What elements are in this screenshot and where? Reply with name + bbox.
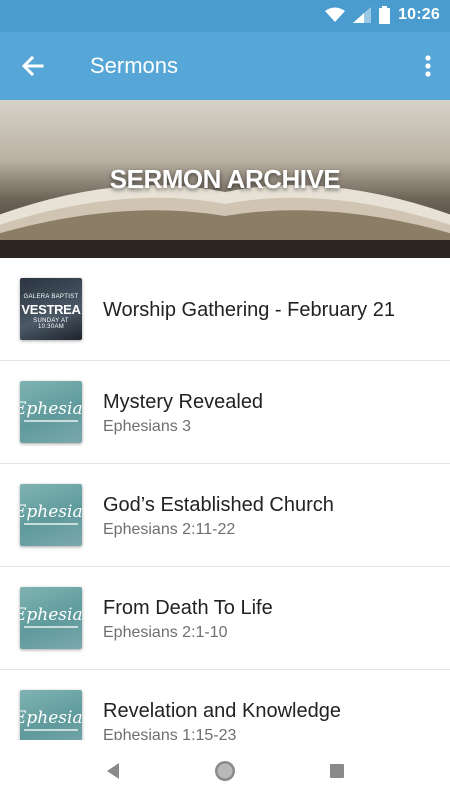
sermon-archive-banner: SERMON ARCHIVE	[0, 100, 450, 258]
battery-icon	[379, 6, 391, 24]
home-circle-icon	[215, 761, 235, 781]
more-vert-icon	[425, 55, 431, 77]
more-options-button[interactable]	[420, 51, 436, 81]
status-time: 10:26	[398, 6, 440, 23]
arrow-left-icon	[21, 55, 44, 77]
system-nav-bar	[0, 740, 450, 800]
app-bar: Sermons	[0, 32, 450, 100]
thumb-label: Ephesians	[20, 502, 82, 522]
list-item[interactable]: Ephesians God’s Established Church Ephes…	[0, 464, 450, 567]
sermon-title: Revelation and Knowledge	[103, 700, 341, 722]
sermon-subtitle: Ephesians 3	[103, 418, 192, 435]
ephesians-thumbnail: Ephesians	[20, 690, 82, 740]
sermon-title: From Death To Life	[103, 597, 273, 619]
sermon-list: GALERA BAPTIST VESTREA SUNDAY AT 10:30AM…	[0, 258, 450, 740]
list-item[interactable]: GALERA BAPTIST VESTREA SUNDAY AT 10:30AM…	[0, 258, 450, 361]
thumb-line-1: GALERA BAPTIST	[23, 294, 79, 300]
signal-icon	[353, 7, 372, 23]
nav-back-button[interactable]	[100, 758, 126, 784]
wifi-icon	[325, 7, 346, 22]
livestream-thumbnail: GALERA BAPTIST VESTREA SUNDAY AT 10:30AM	[20, 278, 82, 340]
status-icons: 10:26	[325, 6, 440, 24]
status-bar: 10:26	[0, 0, 450, 32]
sermon-title: God’s Established Church	[103, 494, 334, 516]
ephesians-thumbnail: Ephesians	[20, 587, 82, 649]
thumb-label: Ephesians	[20, 399, 82, 419]
page-title: Sermons	[90, 53, 179, 78]
thumb-line-2: VESTREA	[21, 302, 81, 317]
back-triangle-icon	[107, 763, 119, 779]
thumb-line-3: SUNDAY AT 10:30AM	[33, 318, 69, 330]
ephesians-thumbnail: Ephesians	[20, 484, 82, 546]
sermon-title: Mystery Revealed	[103, 391, 264, 413]
list-item[interactable]: Ephesians From Death To Life Ephesians 2…	[0, 567, 450, 670]
thumb-divider	[24, 420, 78, 422]
back-button[interactable]	[18, 51, 48, 81]
thumb-divider	[24, 523, 78, 525]
list-item[interactable]: Ephesians Revelation and Knowledge Ephes…	[0, 670, 450, 740]
sermon-subtitle: Ephesians 1:15-23	[103, 727, 237, 740]
recents-square-icon	[330, 764, 344, 778]
banner-title: SERMON ARCHIVE	[109, 164, 341, 194]
nav-home-button[interactable]	[212, 758, 238, 784]
thumb-label: Ephesians	[20, 605, 82, 625]
sermon-subtitle: Ephesians 2:11-22	[103, 521, 236, 538]
nav-recents-button[interactable]	[324, 758, 350, 784]
thumb-label: Ephesians	[20, 708, 82, 728]
list-item[interactable]: Ephesians Mystery Revealed Ephesians 3	[0, 361, 450, 464]
thumb-divider	[24, 626, 78, 628]
sermon-title: Worship Gathering - February 21	[103, 299, 395, 321]
ephesians-thumbnail: Ephesians	[20, 381, 82, 443]
sermon-subtitle: Ephesians 2:1-10	[103, 624, 228, 641]
thumb-divider	[24, 729, 78, 731]
